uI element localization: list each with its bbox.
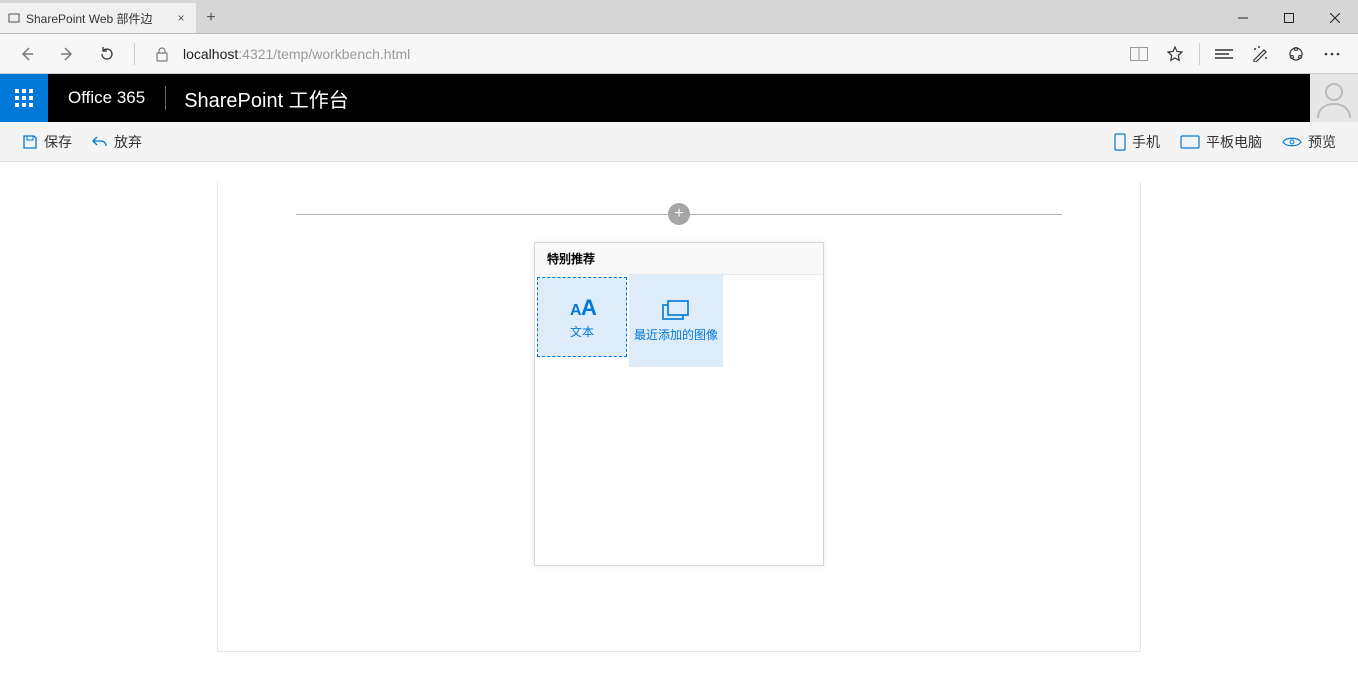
- browser-chrome: SharePoint Web 部件边 × + localhost:4321/te…: [0, 0, 1358, 74]
- window-minimize-button[interactable]: [1220, 3, 1266, 33]
- svg-text:A: A: [581, 295, 596, 319]
- window-controls: [1220, 3, 1358, 33]
- arrow-right-icon: [58, 45, 76, 63]
- lock-icon: [155, 46, 169, 62]
- webpart-picker: 特别推荐 A A 文本 最近添加的图像: [534, 242, 824, 566]
- save-label: 保存: [44, 132, 72, 152]
- separator: [134, 43, 135, 65]
- undo-icon: [92, 134, 108, 150]
- text-icon: A A: [568, 295, 596, 319]
- browser-tabstrip: SharePoint Web 部件边 × +: [0, 0, 1358, 34]
- preview-button[interactable]: 预览: [1272, 132, 1346, 152]
- separator: [1199, 43, 1200, 65]
- window-maximize-button[interactable]: [1266, 3, 1312, 33]
- url-host: localhost: [183, 46, 238, 62]
- share-button[interactable]: [1278, 36, 1314, 72]
- star-icon: [1167, 46, 1183, 62]
- app-launcher-button[interactable]: [0, 74, 48, 122]
- office-brand: Office 365: [48, 88, 165, 108]
- hub-button[interactable]: [1206, 36, 1242, 72]
- workbench-title: SharePoint 工作台: [166, 84, 367, 113]
- nav-forward-button[interactable]: [48, 35, 86, 73]
- user-avatar[interactable]: [1310, 74, 1358, 122]
- picker-body: A A 文本 最近添加的图像: [535, 275, 823, 565]
- notes-icon: [1252, 46, 1268, 62]
- tablet-label: 平板电脑: [1206, 132, 1262, 152]
- picker-header: 特别推荐: [535, 243, 823, 275]
- person-icon: [1314, 78, 1354, 118]
- url-path: :4321/temp/workbench.html: [238, 46, 410, 62]
- tablet-view-button[interactable]: 平板电脑: [1170, 132, 1272, 152]
- share-icon: [1288, 46, 1304, 62]
- notes-button[interactable]: [1242, 36, 1278, 72]
- canvas-area: + 特别推荐 A A 文本 最近添加的图像: [0, 162, 1358, 652]
- close-icon: [1330, 13, 1340, 23]
- page-canvas: + 特别推荐 A A 文本 最近添加的图像: [217, 182, 1141, 652]
- more-button[interactable]: [1314, 36, 1350, 72]
- more-icon: [1324, 52, 1340, 56]
- refresh-icon: [98, 45, 116, 63]
- browser-tab[interactable]: SharePoint Web 部件边 ×: [0, 3, 196, 33]
- nav-refresh-button[interactable]: [88, 35, 126, 73]
- hub-icon: [1215, 48, 1233, 60]
- favorite-button[interactable]: [1157, 36, 1193, 72]
- arrow-left-icon: [18, 45, 36, 63]
- new-tab-button[interactable]: +: [196, 3, 226, 33]
- add-webpart-button[interactable]: +: [668, 203, 690, 225]
- mobile-icon: [1114, 133, 1126, 151]
- tab-close-button[interactable]: ×: [174, 11, 188, 25]
- url-text[interactable]: localhost:4321/temp/workbench.html: [183, 46, 1119, 62]
- browser-address-bar: localhost:4321/temp/workbench.html: [0, 34, 1358, 74]
- discard-label: 放弃: [114, 132, 142, 152]
- mobile-label: 手机: [1132, 132, 1160, 152]
- tablet-icon: [1180, 135, 1200, 149]
- address-bar-right: [1121, 36, 1350, 72]
- webpart-tile-recent-images[interactable]: 最近添加的图像: [629, 275, 723, 367]
- reading-view-button[interactable]: [1121, 36, 1157, 72]
- tile-label: 最近添加的图像: [634, 328, 718, 343]
- preview-icon: [1282, 136, 1302, 148]
- window-close-button[interactable]: [1312, 3, 1358, 33]
- reading-view-icon: [1130, 47, 1148, 61]
- site-identity-button[interactable]: [143, 35, 181, 73]
- command-bar: 保存 放弃 手机 平板电脑 预览: [0, 122, 1358, 162]
- save-button[interactable]: 保存: [12, 122, 82, 161]
- page-icon: [8, 12, 20, 24]
- webpart-tile-text[interactable]: A A 文本: [537, 277, 627, 357]
- tile-label: 文本: [570, 325, 594, 340]
- image-stack-icon: [662, 300, 690, 322]
- waffle-icon: [15, 89, 33, 107]
- minimize-icon: [1238, 13, 1248, 23]
- maximize-icon: [1284, 13, 1294, 23]
- save-icon: [22, 134, 38, 150]
- suite-bar: Office 365 SharePoint 工作台: [0, 74, 1358, 122]
- preview-label: 预览: [1308, 132, 1336, 152]
- mobile-view-button[interactable]: 手机: [1104, 132, 1170, 152]
- discard-button[interactable]: 放弃: [82, 122, 152, 161]
- nav-back-button[interactable]: [8, 35, 46, 73]
- tab-title: SharePoint Web 部件边: [26, 10, 168, 27]
- section-insert-line: +: [296, 200, 1062, 228]
